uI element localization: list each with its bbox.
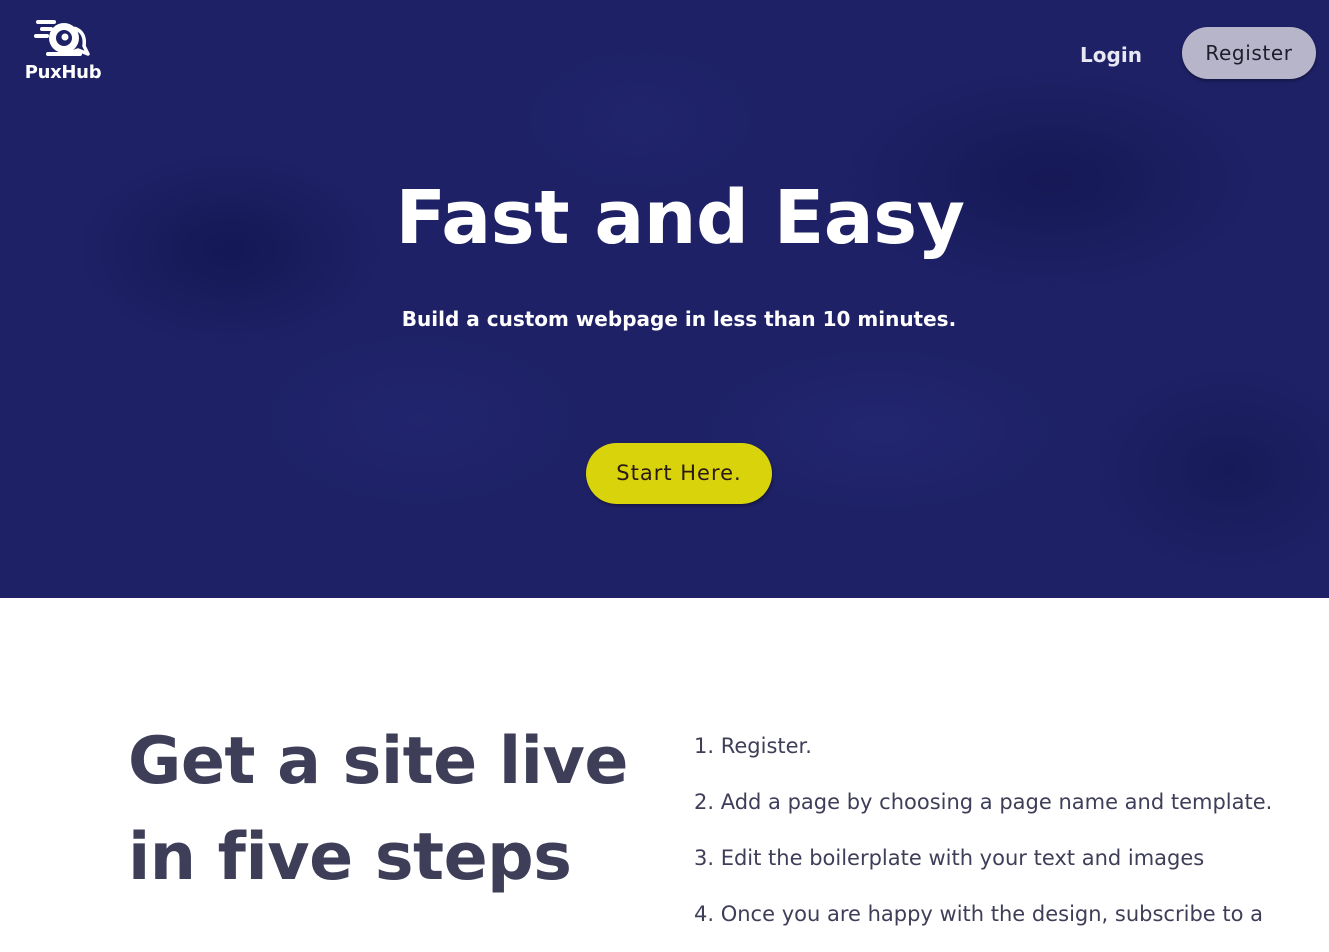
step-item: 4. Once you are happy with the design, s… xyxy=(694,902,1263,926)
steps-list: 1. Register. 2. Add a page by choosing a… xyxy=(694,728,1314,952)
hero-section: PuxHub Login Register Fast and Easy Buil… xyxy=(0,0,1329,598)
logo-text: PuxHub xyxy=(24,62,102,83)
register-button[interactable]: Register xyxy=(1182,27,1316,79)
step-item: 2. Add a page by choosing a page name an… xyxy=(694,790,1273,814)
puxhub-logo-icon xyxy=(34,20,90,56)
start-here-button[interactable]: Start Here. xyxy=(586,443,772,504)
puxhub-logo[interactable]: PuxHub xyxy=(22,18,104,84)
steps-heading: Get a site live in five steps xyxy=(128,714,648,906)
step-item: 3. Edit the boilerplate with your text a… xyxy=(694,846,1205,870)
steps-heading-line-1: Get a site live xyxy=(128,724,628,799)
steps-heading-line-2: in five steps xyxy=(128,820,572,895)
hero-title: Fast and Easy xyxy=(395,175,965,261)
hero-subtitle: Build a custom webpage in less than 10 m… xyxy=(401,307,957,331)
login-link[interactable]: Login xyxy=(1066,38,1156,72)
step-item: 1. Register. xyxy=(694,734,812,758)
